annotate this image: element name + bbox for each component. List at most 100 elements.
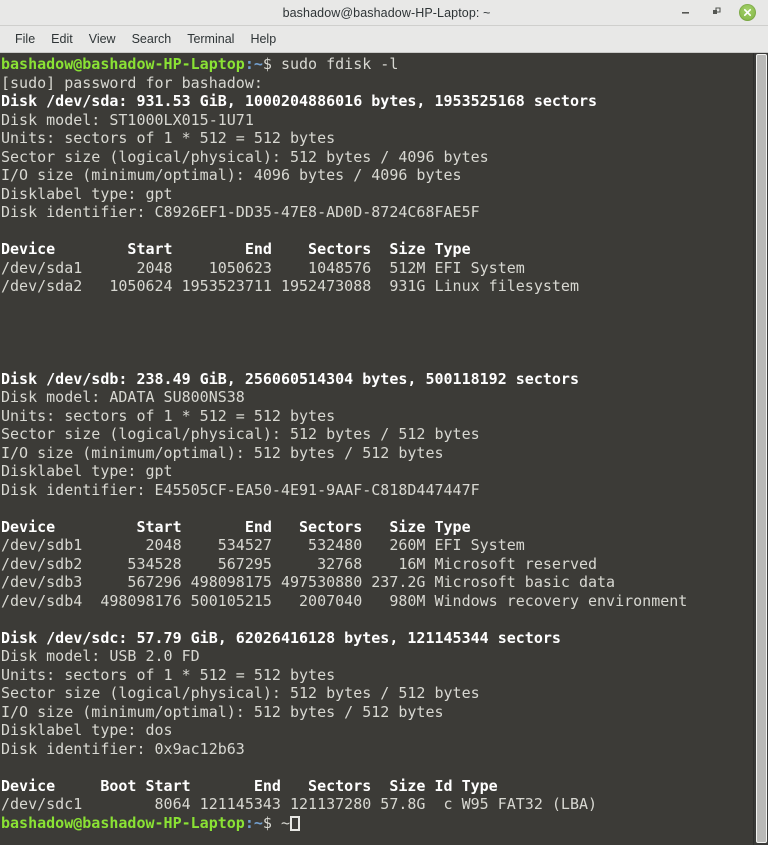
window-controls <box>677 4 768 21</box>
partition-table-header: Device Start End Sectors Size Type <box>1 518 752 537</box>
disk-info-line: Sector size (logical/physical): 512 byte… <box>1 425 752 444</box>
prompt-user-host: bashadow@bashadow-HP-Laptop <box>1 813 245 832</box>
disk-info-text: Sector size (logical/physical): 512 byte… <box>1 684 480 702</box>
disk-info-line: Disk model: USB 2.0 FD <box>1 647 752 666</box>
close-button[interactable] <box>739 4 756 21</box>
terminal-area[interactable]: bashadow@bashadow-HP-Laptop:~$ sudo fdis… <box>0 53 768 845</box>
terminal-window: bashadow@bashadow-HP-Laptop: ~ File Edit… <box>0 0 768 845</box>
disk-info-line: Disk identifier: E45505CF-EA50-4E91-9AAF… <box>1 481 752 500</box>
partition-row-text: /dev/sdb3 567296 498098175 497530880 237… <box>1 573 616 591</box>
partition-row-text: /dev/sda2 1050624 1953523711 1952473088 … <box>1 277 579 295</box>
prompt-sigil: $ <box>262 55 272 73</box>
close-icon <box>743 8 752 17</box>
partition-row-text: /dev/sda1 2048 1050623 1048576 512M EFI … <box>1 258 525 277</box>
prompt-path: ~ <box>253 813 263 832</box>
minimize-icon <box>682 12 689 14</box>
disk-info-text: Units: sectors of 1 * 512 = 512 bytes <box>1 406 336 425</box>
partition-table-header-text: Device Start End Sectors Size Type <box>1 240 471 258</box>
partition-table-header-text: Device Start End Sectors Size Type <box>1 517 471 536</box>
disk-info-line: Units: sectors of 1 * 512 = 512 bytes <box>1 407 752 426</box>
disk-info-line: Disklabel type: gpt <box>1 185 752 204</box>
disk-info-line: Disklabel type: gpt <box>1 462 752 481</box>
prompt-user-host: bashadow@bashadow-HP-Laptop <box>1 55 245 73</box>
terminal-output[interactable]: bashadow@bashadow-HP-Laptop:~$ sudo fdis… <box>0 53 752 845</box>
command-line: bashadow@bashadow-HP-Laptop:~$ sudo fdis… <box>1 55 752 74</box>
menubar: File Edit View Search Terminal Help <box>0 26 768 53</box>
partition-row: /dev/sda2 1050624 1953523711 1952473088 … <box>1 277 752 296</box>
terminal-cursor <box>290 815 300 831</box>
disk-info-line: Disk model: ADATA SU800NS38 <box>1 388 752 407</box>
window-title: bashadow@bashadow-HP-Laptop: ~ <box>282 5 491 20</box>
prompt-path: ~ <box>253 55 263 73</box>
disk-info-text: I/O size (minimum/optimal): 512 bytes / … <box>1 702 444 721</box>
partition-table-header: Device Boot Start End Sectors Size Id Ty… <box>1 777 752 796</box>
disk-header-line: Disk /dev/sdb: 238.49 GiB, 256060514304 … <box>1 370 752 389</box>
disk-header-line: Disk /dev/sda: 931.53 GiB, 1000204886016… <box>1 92 752 111</box>
disk-info-line: I/O size (minimum/optimal): 512 bytes / … <box>1 703 752 722</box>
disk-info-text: Disk model: ADATA SU800NS38 <box>1 388 245 406</box>
minimize-button[interactable] <box>677 4 694 21</box>
partition-row: /dev/sdc1 8064 121145343 121137280 57.8G… <box>1 795 752 814</box>
partition-row: /dev/sdb3 567296 498098175 497530880 237… <box>1 573 752 592</box>
disk-info-line: Disk model: ST1000LX015-1U71 <box>1 111 752 130</box>
partition-row: /dev/sdb4 498098176 500105215 2007040 98… <box>1 592 752 611</box>
partition-row-text: /dev/sdb1 2048 534527 532480 260M EFI Sy… <box>1 536 525 554</box>
partition-table-header-text: Device Boot Start End Sectors Size Id Ty… <box>1 776 498 795</box>
terminal-scrollbar[interactable] <box>753 53 768 845</box>
disk-info-text: Disk identifier: C8926EF1-DD35-47E8-AD0D… <box>1 203 480 221</box>
menu-item-file[interactable]: File <box>7 29 43 49</box>
partition-row: /dev/sdb1 2048 534527 532480 260M EFI Sy… <box>1 536 752 555</box>
disk-header-text: Disk /dev/sdb: 238.49 GiB, 256060514304 … <box>1 369 579 388</box>
final-prompt-line: bashadow@bashadow-HP-Laptop:~$ ~ <box>1 814 752 833</box>
menu-item-edit[interactable]: Edit <box>43 29 81 49</box>
disk-header-text: Disk /dev/sda: 931.53 GiB, 1000204886016… <box>1 92 598 110</box>
command-text: sudo fdisk -l <box>271 55 399 73</box>
partition-row: /dev/sda1 2048 1050623 1048576 512M EFI … <box>1 259 752 278</box>
disk-info-line: I/O size (minimum/optimal): 4096 bytes /… <box>1 166 752 185</box>
partition-row-text: /dev/sdc1 8064 121145343 121137280 57.8G… <box>1 795 598 813</box>
final-prompt-input: ~ <box>271 813 290 832</box>
disk-info-line: Disk identifier: C8926EF1-DD35-47E8-AD0D… <box>1 203 752 222</box>
disk-info-text: Sector size (logical/physical): 512 byte… <box>1 147 489 166</box>
maximize-button[interactable] <box>708 4 725 21</box>
disk-info-text: Disk model: ST1000LX015-1U71 <box>1 110 254 129</box>
prompt-colon: : <box>244 55 254 73</box>
menu-item-help[interactable]: Help <box>242 29 284 49</box>
disk-info-text: Disklabel type: gpt <box>1 184 173 203</box>
sudo-password-text: [sudo] password for bashadow: <box>1 73 263 92</box>
disk-info-text: Disklabel type: dos <box>1 721 173 739</box>
disk-info-text: Sector size (logical/physical): 512 byte… <box>1 425 480 443</box>
scrollbar-thumb[interactable] <box>756 54 767 843</box>
disk-info-text: Units: sectors of 1 * 512 = 512 bytes <box>1 665 336 684</box>
prompt-colon: : <box>244 813 254 832</box>
disk-info-line: Sector size (logical/physical): 512 byte… <box>1 684 752 703</box>
prompt-sigil: $ <box>262 813 272 832</box>
disk-info-text: Units: sectors of 1 * 512 = 512 bytes <box>1 129 336 147</box>
partition-table-header: Device Start End Sectors Size Type <box>1 240 752 259</box>
disk-info-text: Disk model: USB 2.0 FD <box>1 647 200 665</box>
disk-header-line: Disk /dev/sdc: 57.79 GiB, 62026416128 by… <box>1 629 752 648</box>
disk-info-text: Disk identifier: E45505CF-EA50-4E91-9AAF… <box>1 480 480 499</box>
menu-item-terminal[interactable]: Terminal <box>179 29 242 49</box>
menu-item-view[interactable]: View <box>81 29 124 49</box>
disk-info-line: Units: sectors of 1 * 512 = 512 bytes <box>1 666 752 685</box>
disk-info-text: Disklabel type: gpt <box>1 462 173 480</box>
disk-info-line: Disklabel type: dos <box>1 721 752 740</box>
disk-info-line: Disk identifier: 0x9ac12b63 <box>1 740 752 759</box>
disk-info-text: I/O size (minimum/optimal): 4096 bytes /… <box>1 166 462 184</box>
partition-row-text: /dev/sdb2 534528 567295 32768 16M Micros… <box>1 554 598 573</box>
disk-info-text: Disk identifier: 0x9ac12b63 <box>1 739 245 758</box>
disk-info-line: I/O size (minimum/optimal): 512 bytes / … <box>1 444 752 463</box>
partition-row-text: /dev/sdb4 498098176 500105215 2007040 98… <box>1 591 688 610</box>
menu-item-search[interactable]: Search <box>124 29 180 49</box>
disk-info-line: Sector size (logical/physical): 512 byte… <box>1 148 752 167</box>
sudo-password-line: [sudo] password for bashadow: <box>1 74 752 93</box>
maximize-icon <box>713 7 721 14</box>
